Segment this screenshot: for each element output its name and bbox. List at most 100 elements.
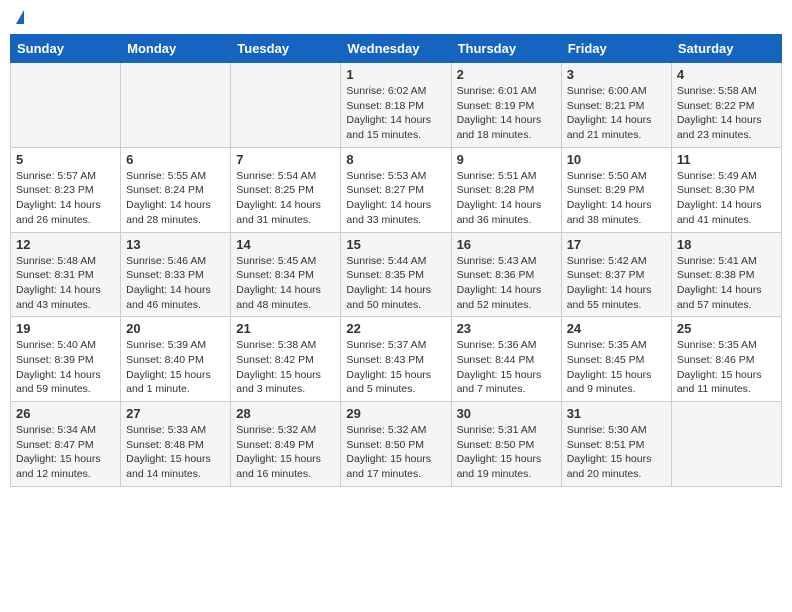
calendar-cell: 25 Sunrise: 5:35 AMSunset: 8:46 PMDayligh… bbox=[671, 317, 781, 402]
calendar-week-1: 1 Sunrise: 6:02 AMSunset: 8:18 PMDaylight… bbox=[11, 63, 782, 148]
calendar-cell: 16 Sunrise: 5:43 AMSunset: 8:36 PMDayligh… bbox=[451, 232, 561, 317]
day-number: 30 bbox=[457, 406, 556, 421]
day-info: Sunrise: 5:30 AMSunset: 8:51 PMDaylight:… bbox=[567, 423, 666, 482]
calendar-cell: 3 Sunrise: 6:00 AMSunset: 8:21 PMDaylight… bbox=[561, 63, 671, 148]
calendar-header: SundayMondayTuesdayWednesdayThursdayFrid… bbox=[11, 35, 782, 63]
calendar-cell bbox=[11, 63, 121, 148]
day-info: Sunrise: 5:35 AMSunset: 8:45 PMDaylight:… bbox=[567, 338, 666, 397]
calendar-cell bbox=[231, 63, 341, 148]
calendar-cell: 14Sunrise: 5:45 AMSunset: 8:34 PMDayligh… bbox=[231, 232, 341, 317]
calendar-cell: 24 Sunrise: 5:35 AMSunset: 8:45 PMDayligh… bbox=[561, 317, 671, 402]
day-number: 5 bbox=[16, 152, 115, 167]
day-number: 8 bbox=[346, 152, 445, 167]
day-number: 11 bbox=[677, 152, 776, 167]
day-info: Sunrise: 6:01 AMSunset: 8:19 PMDaylight:… bbox=[457, 84, 556, 143]
day-number: 26 bbox=[16, 406, 115, 421]
day-number: 15 bbox=[346, 237, 445, 252]
day-info: Sunrise: 5:33 AMSunset: 8:48 PMDaylight:… bbox=[126, 423, 225, 482]
calendar-cell: 30 Sunrise: 5:31 AMSunset: 8:50 PMDayligh… bbox=[451, 402, 561, 487]
day-number: 19 bbox=[16, 321, 115, 336]
calendar-cell: 5 Sunrise: 5:57 AMSunset: 8:23 PMDaylight… bbox=[11, 147, 121, 232]
day-number: 18 bbox=[677, 237, 776, 252]
calendar-cell: 21Sunrise: 5:38 AMSunset: 8:42 PMDayligh… bbox=[231, 317, 341, 402]
calendar-body: 1 Sunrise: 6:02 AMSunset: 8:18 PMDaylight… bbox=[11, 63, 782, 487]
calendar-cell: 27 Sunrise: 5:33 AMSunset: 8:48 PMDayligh… bbox=[121, 402, 231, 487]
day-number: 17 bbox=[567, 237, 666, 252]
day-info: Sunrise: 5:45 AMSunset: 8:34 PMDaylight:… bbox=[236, 254, 335, 313]
calendar-cell: 6 Sunrise: 5:55 AMSunset: 8:24 PMDaylight… bbox=[121, 147, 231, 232]
day-info: Sunrise: 5:41 AMSunset: 8:38 PMDaylight:… bbox=[677, 254, 776, 313]
calendar-cell: 8Sunrise: 5:53 AMSunset: 8:27 PMDaylight… bbox=[341, 147, 451, 232]
calendar-cell bbox=[121, 63, 231, 148]
calendar-cell: 10 Sunrise: 5:50 AMSunset: 8:29 PMDayligh… bbox=[561, 147, 671, 232]
logo-triangle-icon bbox=[16, 10, 24, 24]
day-number: 10 bbox=[567, 152, 666, 167]
day-info: Sunrise: 5:43 AMSunset: 8:36 PMDaylight:… bbox=[457, 254, 556, 313]
day-number: 3 bbox=[567, 67, 666, 82]
calendar-week-5: 26Sunrise: 5:34 AMSunset: 8:47 PMDayligh… bbox=[11, 402, 782, 487]
day-info: Sunrise: 5:39 AMSunset: 8:40 PMDaylight:… bbox=[126, 338, 225, 397]
calendar-cell: 31 Sunrise: 5:30 AMSunset: 8:51 PMDayligh… bbox=[561, 402, 671, 487]
day-number: 22 bbox=[346, 321, 445, 336]
calendar-cell: 15 Sunrise: 5:44 AMSunset: 8:35 PMDayligh… bbox=[341, 232, 451, 317]
calendar-week-3: 12Sunrise: 5:48 AMSunset: 8:31 PMDayligh… bbox=[11, 232, 782, 317]
day-info: Sunrise: 5:35 AMSunset: 8:46 PMDaylight:… bbox=[677, 338, 776, 397]
calendar-cell: 18 Sunrise: 5:41 AMSunset: 8:38 PMDayligh… bbox=[671, 232, 781, 317]
day-header-monday: Monday bbox=[121, 35, 231, 63]
day-header-wednesday: Wednesday bbox=[341, 35, 451, 63]
day-info: Sunrise: 6:02 AMSunset: 8:18 PMDaylight:… bbox=[346, 84, 445, 143]
calendar-cell: 28 Sunrise: 5:32 AMSunset: 8:49 PMDayligh… bbox=[231, 402, 341, 487]
day-header-friday: Friday bbox=[561, 35, 671, 63]
day-info: Sunrise: 5:36 AMSunset: 8:44 PMDaylight:… bbox=[457, 338, 556, 397]
page-header bbox=[10, 10, 782, 26]
day-number: 20 bbox=[126, 321, 225, 336]
day-info: Sunrise: 5:55 AMSunset: 8:24 PMDaylight:… bbox=[126, 169, 225, 228]
day-info: Sunrise: 5:32 AMSunset: 8:50 PMDaylight:… bbox=[346, 423, 445, 482]
logo bbox=[14, 10, 24, 26]
calendar-week-4: 19 Sunrise: 5:40 AMSunset: 8:39 PMDayligh… bbox=[11, 317, 782, 402]
day-number: 27 bbox=[126, 406, 225, 421]
day-number: 9 bbox=[457, 152, 556, 167]
day-header-row: SundayMondayTuesdayWednesdayThursdayFrid… bbox=[11, 35, 782, 63]
day-info: Sunrise: 5:57 AMSunset: 8:23 PMDaylight:… bbox=[16, 169, 115, 228]
day-number: 6 bbox=[126, 152, 225, 167]
day-number: 13 bbox=[126, 237, 225, 252]
day-info: Sunrise: 5:51 AMSunset: 8:28 PMDaylight:… bbox=[457, 169, 556, 228]
day-number: 31 bbox=[567, 406, 666, 421]
calendar-cell: 20 Sunrise: 5:39 AMSunset: 8:40 PMDayligh… bbox=[121, 317, 231, 402]
day-info: Sunrise: 5:31 AMSunset: 8:50 PMDaylight:… bbox=[457, 423, 556, 482]
day-info: Sunrise: 5:49 AMSunset: 8:30 PMDaylight:… bbox=[677, 169, 776, 228]
day-info: Sunrise: 5:58 AMSunset: 8:22 PMDaylight:… bbox=[677, 84, 776, 143]
day-info: Sunrise: 6:00 AMSunset: 8:21 PMDaylight:… bbox=[567, 84, 666, 143]
calendar-cell: 7 Sunrise: 5:54 AMSunset: 8:25 PMDaylight… bbox=[231, 147, 341, 232]
day-number: 2 bbox=[457, 67, 556, 82]
day-number: 16 bbox=[457, 237, 556, 252]
calendar-cell bbox=[671, 402, 781, 487]
day-number: 1 bbox=[346, 67, 445, 82]
day-number: 24 bbox=[567, 321, 666, 336]
day-number: 7 bbox=[236, 152, 335, 167]
day-number: 25 bbox=[677, 321, 776, 336]
calendar-cell: 11 Sunrise: 5:49 AMSunset: 8:30 PMDayligh… bbox=[671, 147, 781, 232]
day-info: Sunrise: 5:54 AMSunset: 8:25 PMDaylight:… bbox=[236, 169, 335, 228]
calendar-cell: 26Sunrise: 5:34 AMSunset: 8:47 PMDayligh… bbox=[11, 402, 121, 487]
day-number: 23 bbox=[457, 321, 556, 336]
day-info: Sunrise: 5:44 AMSunset: 8:35 PMDaylight:… bbox=[346, 254, 445, 313]
calendar-cell: 22Sunrise: 5:37 AMSunset: 8:43 PMDayligh… bbox=[341, 317, 451, 402]
day-info: Sunrise: 5:50 AMSunset: 8:29 PMDaylight:… bbox=[567, 169, 666, 228]
day-info: Sunrise: 5:32 AMSunset: 8:49 PMDaylight:… bbox=[236, 423, 335, 482]
day-info: Sunrise: 5:42 AMSunset: 8:37 PMDaylight:… bbox=[567, 254, 666, 313]
day-header-tuesday: Tuesday bbox=[231, 35, 341, 63]
day-number: 29 bbox=[346, 406, 445, 421]
calendar-cell: 13Sunrise: 5:46 AMSunset: 8:33 PMDayligh… bbox=[121, 232, 231, 317]
calendar-cell: 23 Sunrise: 5:36 AMSunset: 8:44 PMDayligh… bbox=[451, 317, 561, 402]
calendar-cell: 4 Sunrise: 5:58 AMSunset: 8:22 PMDaylight… bbox=[671, 63, 781, 148]
calendar-week-2: 5 Sunrise: 5:57 AMSunset: 8:23 PMDaylight… bbox=[11, 147, 782, 232]
calendar-cell: 17 Sunrise: 5:42 AMSunset: 8:37 PMDayligh… bbox=[561, 232, 671, 317]
calendar-cell: 2 Sunrise: 6:01 AMSunset: 8:19 PMDaylight… bbox=[451, 63, 561, 148]
day-info: Sunrise: 5:40 AMSunset: 8:39 PMDaylight:… bbox=[16, 338, 115, 397]
day-header-saturday: Saturday bbox=[671, 35, 781, 63]
day-number: 28 bbox=[236, 406, 335, 421]
day-info: Sunrise: 5:48 AMSunset: 8:31 PMDaylight:… bbox=[16, 254, 115, 313]
day-number: 4 bbox=[677, 67, 776, 82]
